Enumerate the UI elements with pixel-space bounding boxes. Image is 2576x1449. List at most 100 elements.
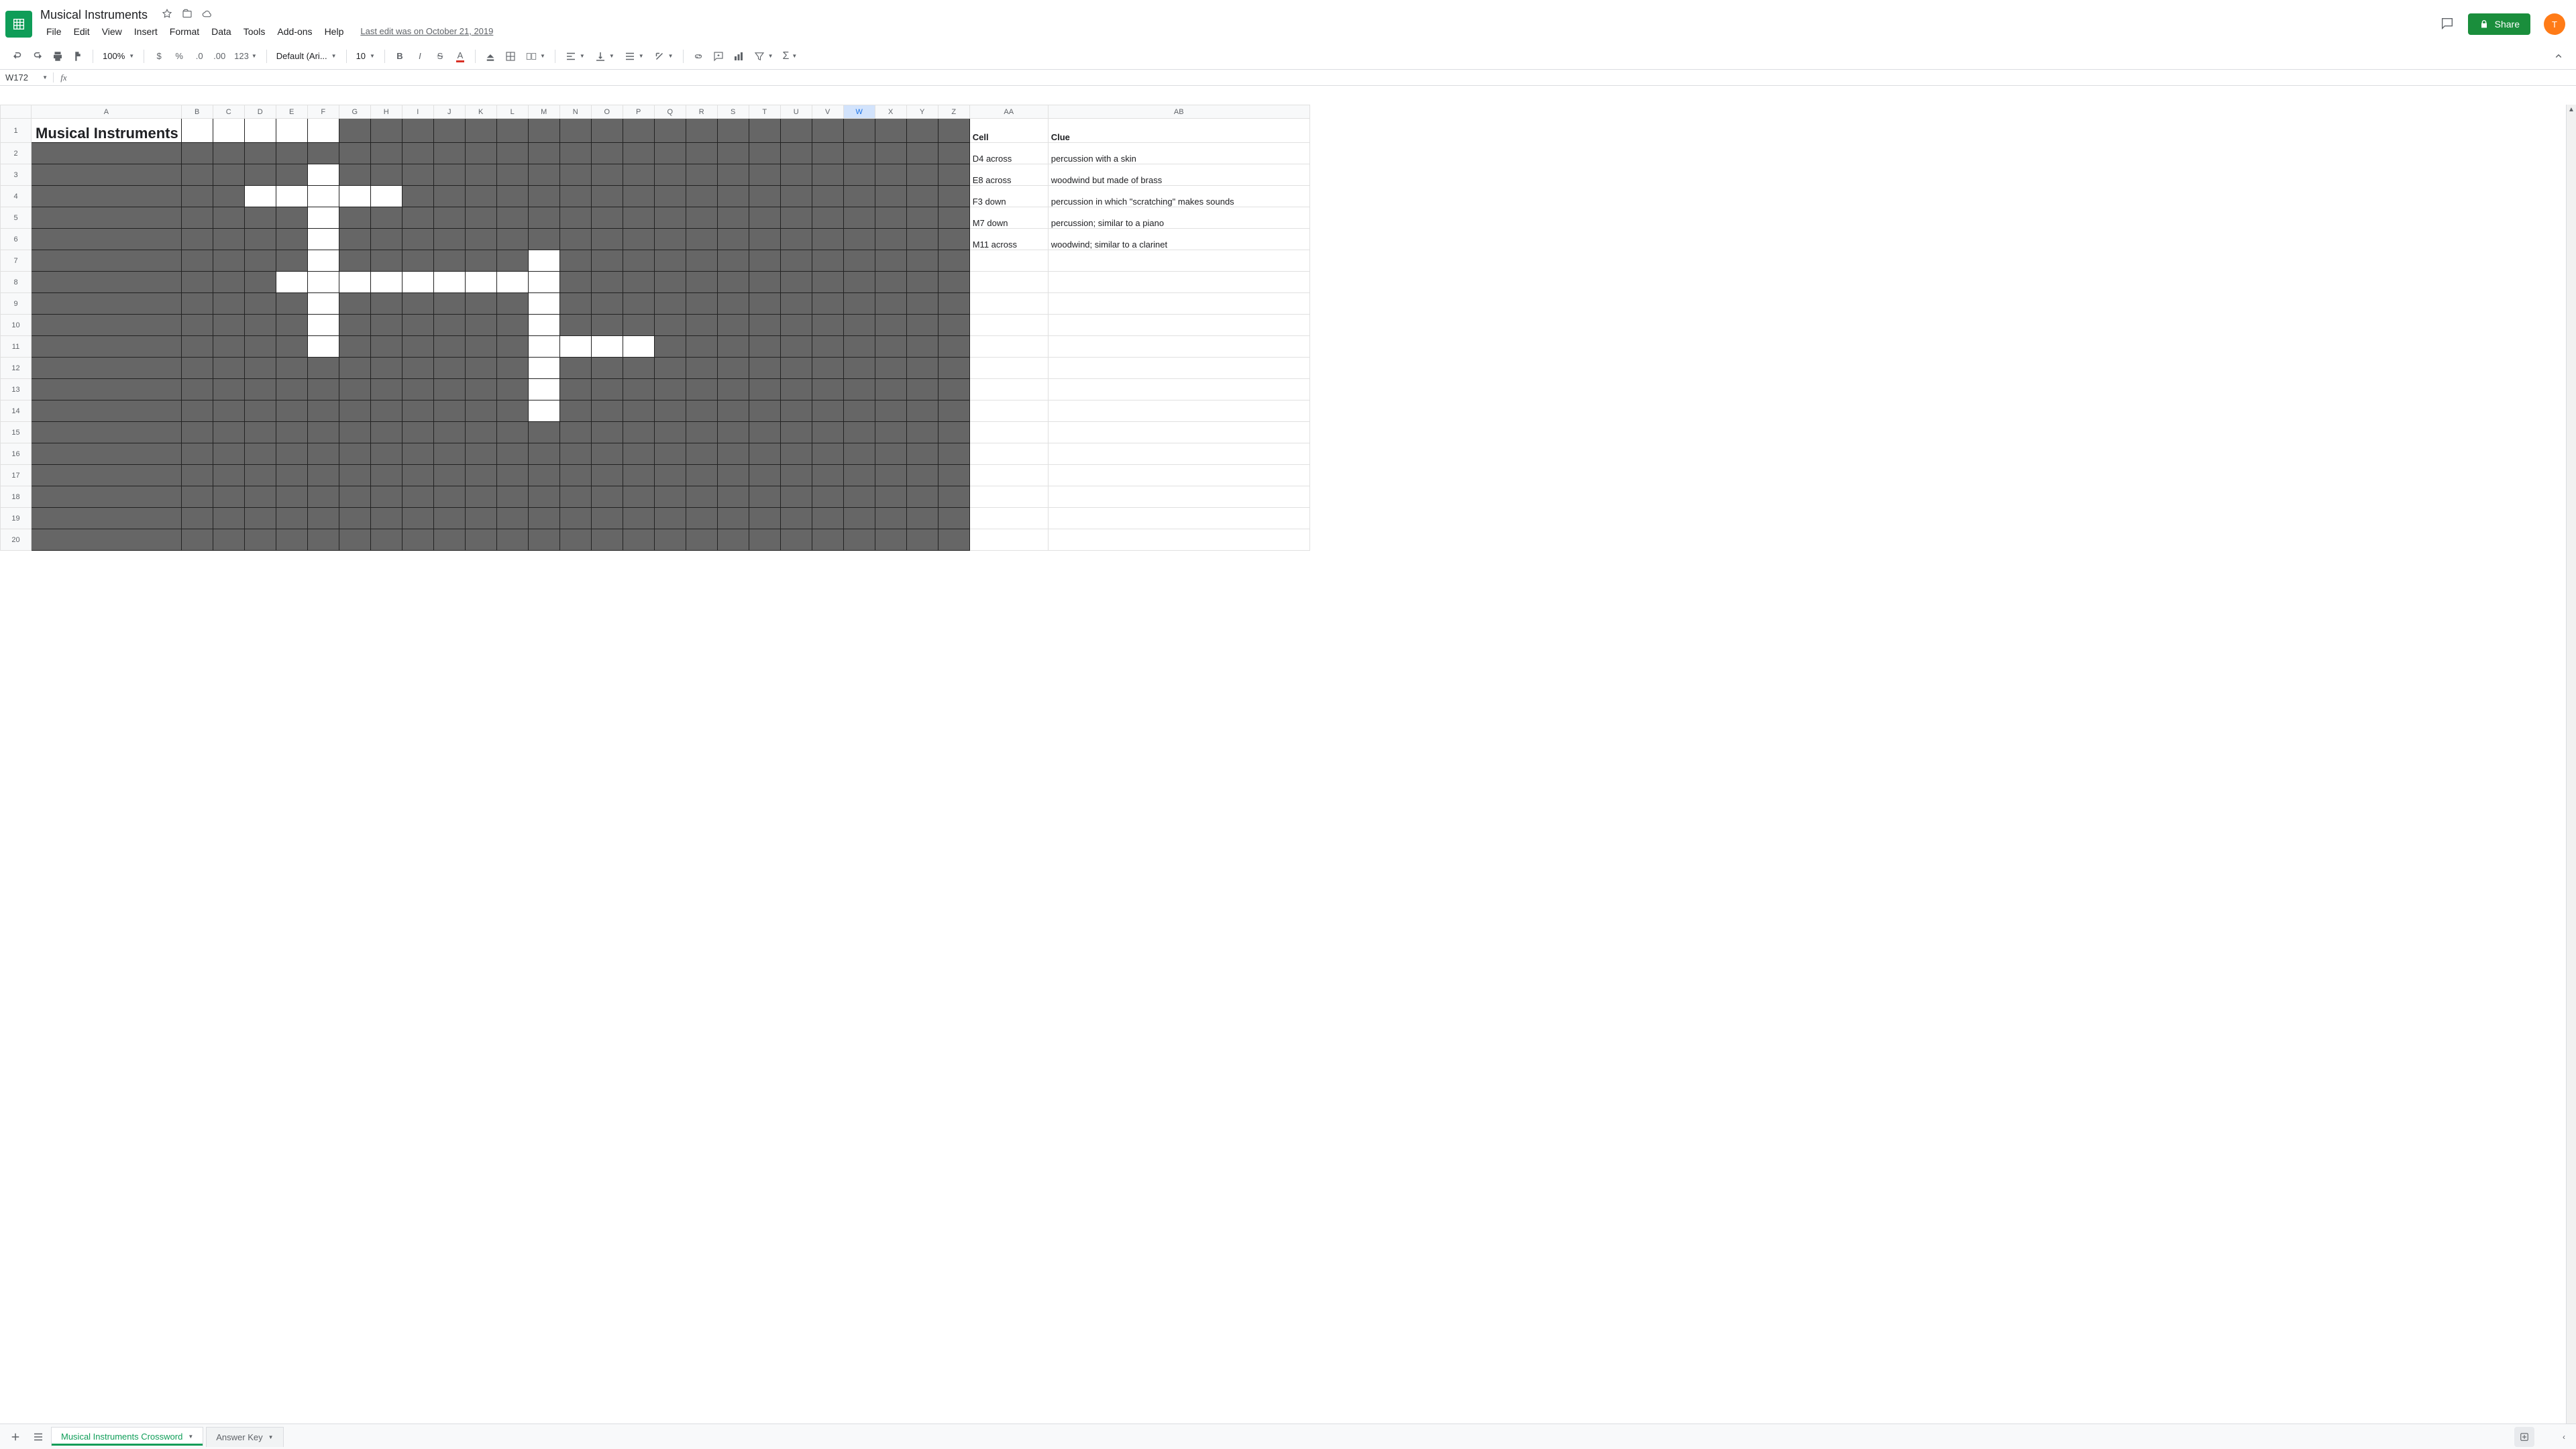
cell[interactable] [591,443,623,465]
cell[interactable] [906,293,938,315]
cell[interactable] [496,358,528,379]
cell[interactable] [875,465,906,486]
cell[interactable] [276,400,307,422]
cell[interactable] [654,486,686,508]
menu-insert[interactable]: Insert [128,23,164,40]
row-header[interactable]: 5 [1,207,32,229]
cell[interactable] [843,379,875,400]
cell[interactable] [402,119,433,143]
cell[interactable] [465,358,496,379]
column-header[interactable]: G [339,105,370,119]
menu-data[interactable]: Data [205,23,237,40]
cell[interactable] [32,186,182,207]
cell[interactable] [213,272,244,293]
cell[interactable] [465,186,496,207]
cell[interactable] [654,465,686,486]
cell[interactable] [938,293,969,315]
cell[interactable] [780,293,812,315]
cell[interactable] [717,486,749,508]
cell[interactable] [181,379,213,400]
explore-button[interactable] [2514,1427,2534,1447]
cell[interactable] [749,379,780,400]
cell[interactable] [32,508,182,529]
cell[interactable] [717,207,749,229]
row-header[interactable]: 19 [1,508,32,529]
cell[interactable] [623,250,654,272]
cell[interactable] [1048,358,1309,379]
column-header[interactable]: H [370,105,402,119]
row-header[interactable]: 16 [1,443,32,465]
cell[interactable] [213,119,244,143]
all-sheets-button[interactable] [28,1427,48,1447]
cell[interactable] [244,400,276,422]
cell[interactable] [528,336,559,358]
cell[interactable] [496,529,528,551]
cell[interactable] [906,422,938,443]
cell[interactable] [181,229,213,250]
cell[interactable] [402,143,433,164]
cell[interactable] [465,336,496,358]
cell[interactable] [749,486,780,508]
cell[interactable] [339,529,370,551]
cell[interactable] [969,443,1048,465]
cell[interactable] [875,422,906,443]
cell[interactable] [465,207,496,229]
cell[interactable] [244,529,276,551]
cell[interactable] [780,422,812,443]
cell[interactable] [717,443,749,465]
cell[interactable] [717,119,749,143]
cell[interactable] [559,164,591,186]
cell[interactable] [181,119,213,143]
cell[interactable] [244,186,276,207]
cell[interactable] [559,336,591,358]
account-avatar[interactable]: T [2544,13,2565,35]
cell[interactable] [875,315,906,336]
column-header[interactable]: D [244,105,276,119]
cell[interactable] [307,508,339,529]
cell[interactable] [465,486,496,508]
cell[interactable] [276,186,307,207]
cell[interactable] [969,465,1048,486]
cell[interactable] [906,250,938,272]
cell[interactable] [244,443,276,465]
strikethrough-icon[interactable]: S [431,47,449,66]
cell[interactable] [244,358,276,379]
cell[interactable] [938,358,969,379]
row-header[interactable]: 18 [1,486,32,508]
zoom-dropdown[interactable]: 100%▼ [99,51,138,61]
cell[interactable] [307,229,339,250]
menu-view[interactable]: View [96,23,128,40]
cell[interactable] [843,465,875,486]
cell[interactable] [339,164,370,186]
cell[interactable] [276,143,307,164]
cell[interactable] [559,186,591,207]
cell[interactable] [213,508,244,529]
cell[interactable] [307,164,339,186]
font-size-dropdown[interactable]: 10▼ [352,51,379,61]
move-icon[interactable] [181,8,193,22]
cell[interactable] [686,443,717,465]
text-wrap-dropdown[interactable]: ▼ [620,50,648,62]
cell[interactable] [496,315,528,336]
cell[interactable] [370,119,402,143]
cell[interactable] [370,422,402,443]
spreadsheet-grid[interactable]: ABCDEFGHIJKLMNOPQRSTUVWXYZAAAB1Musical I… [0,105,2576,1424]
cell[interactable] [654,422,686,443]
cell[interactable] [749,143,780,164]
cell[interactable] [717,229,749,250]
filter-dropdown[interactable]: ▼ [749,50,777,62]
cell[interactable] [496,400,528,422]
cell[interactable] [686,293,717,315]
cell[interactable] [276,443,307,465]
cell[interactable] [213,358,244,379]
cell[interactable] [591,400,623,422]
cell[interactable] [213,229,244,250]
menu-tools[interactable]: Tools [237,23,272,40]
cell[interactable] [528,207,559,229]
cell[interactable] [181,529,213,551]
cell[interactable] [244,250,276,272]
row-header[interactable]: 11 [1,336,32,358]
cell[interactable] [465,529,496,551]
cell[interactable] [402,422,433,443]
cell[interactable] [717,164,749,186]
